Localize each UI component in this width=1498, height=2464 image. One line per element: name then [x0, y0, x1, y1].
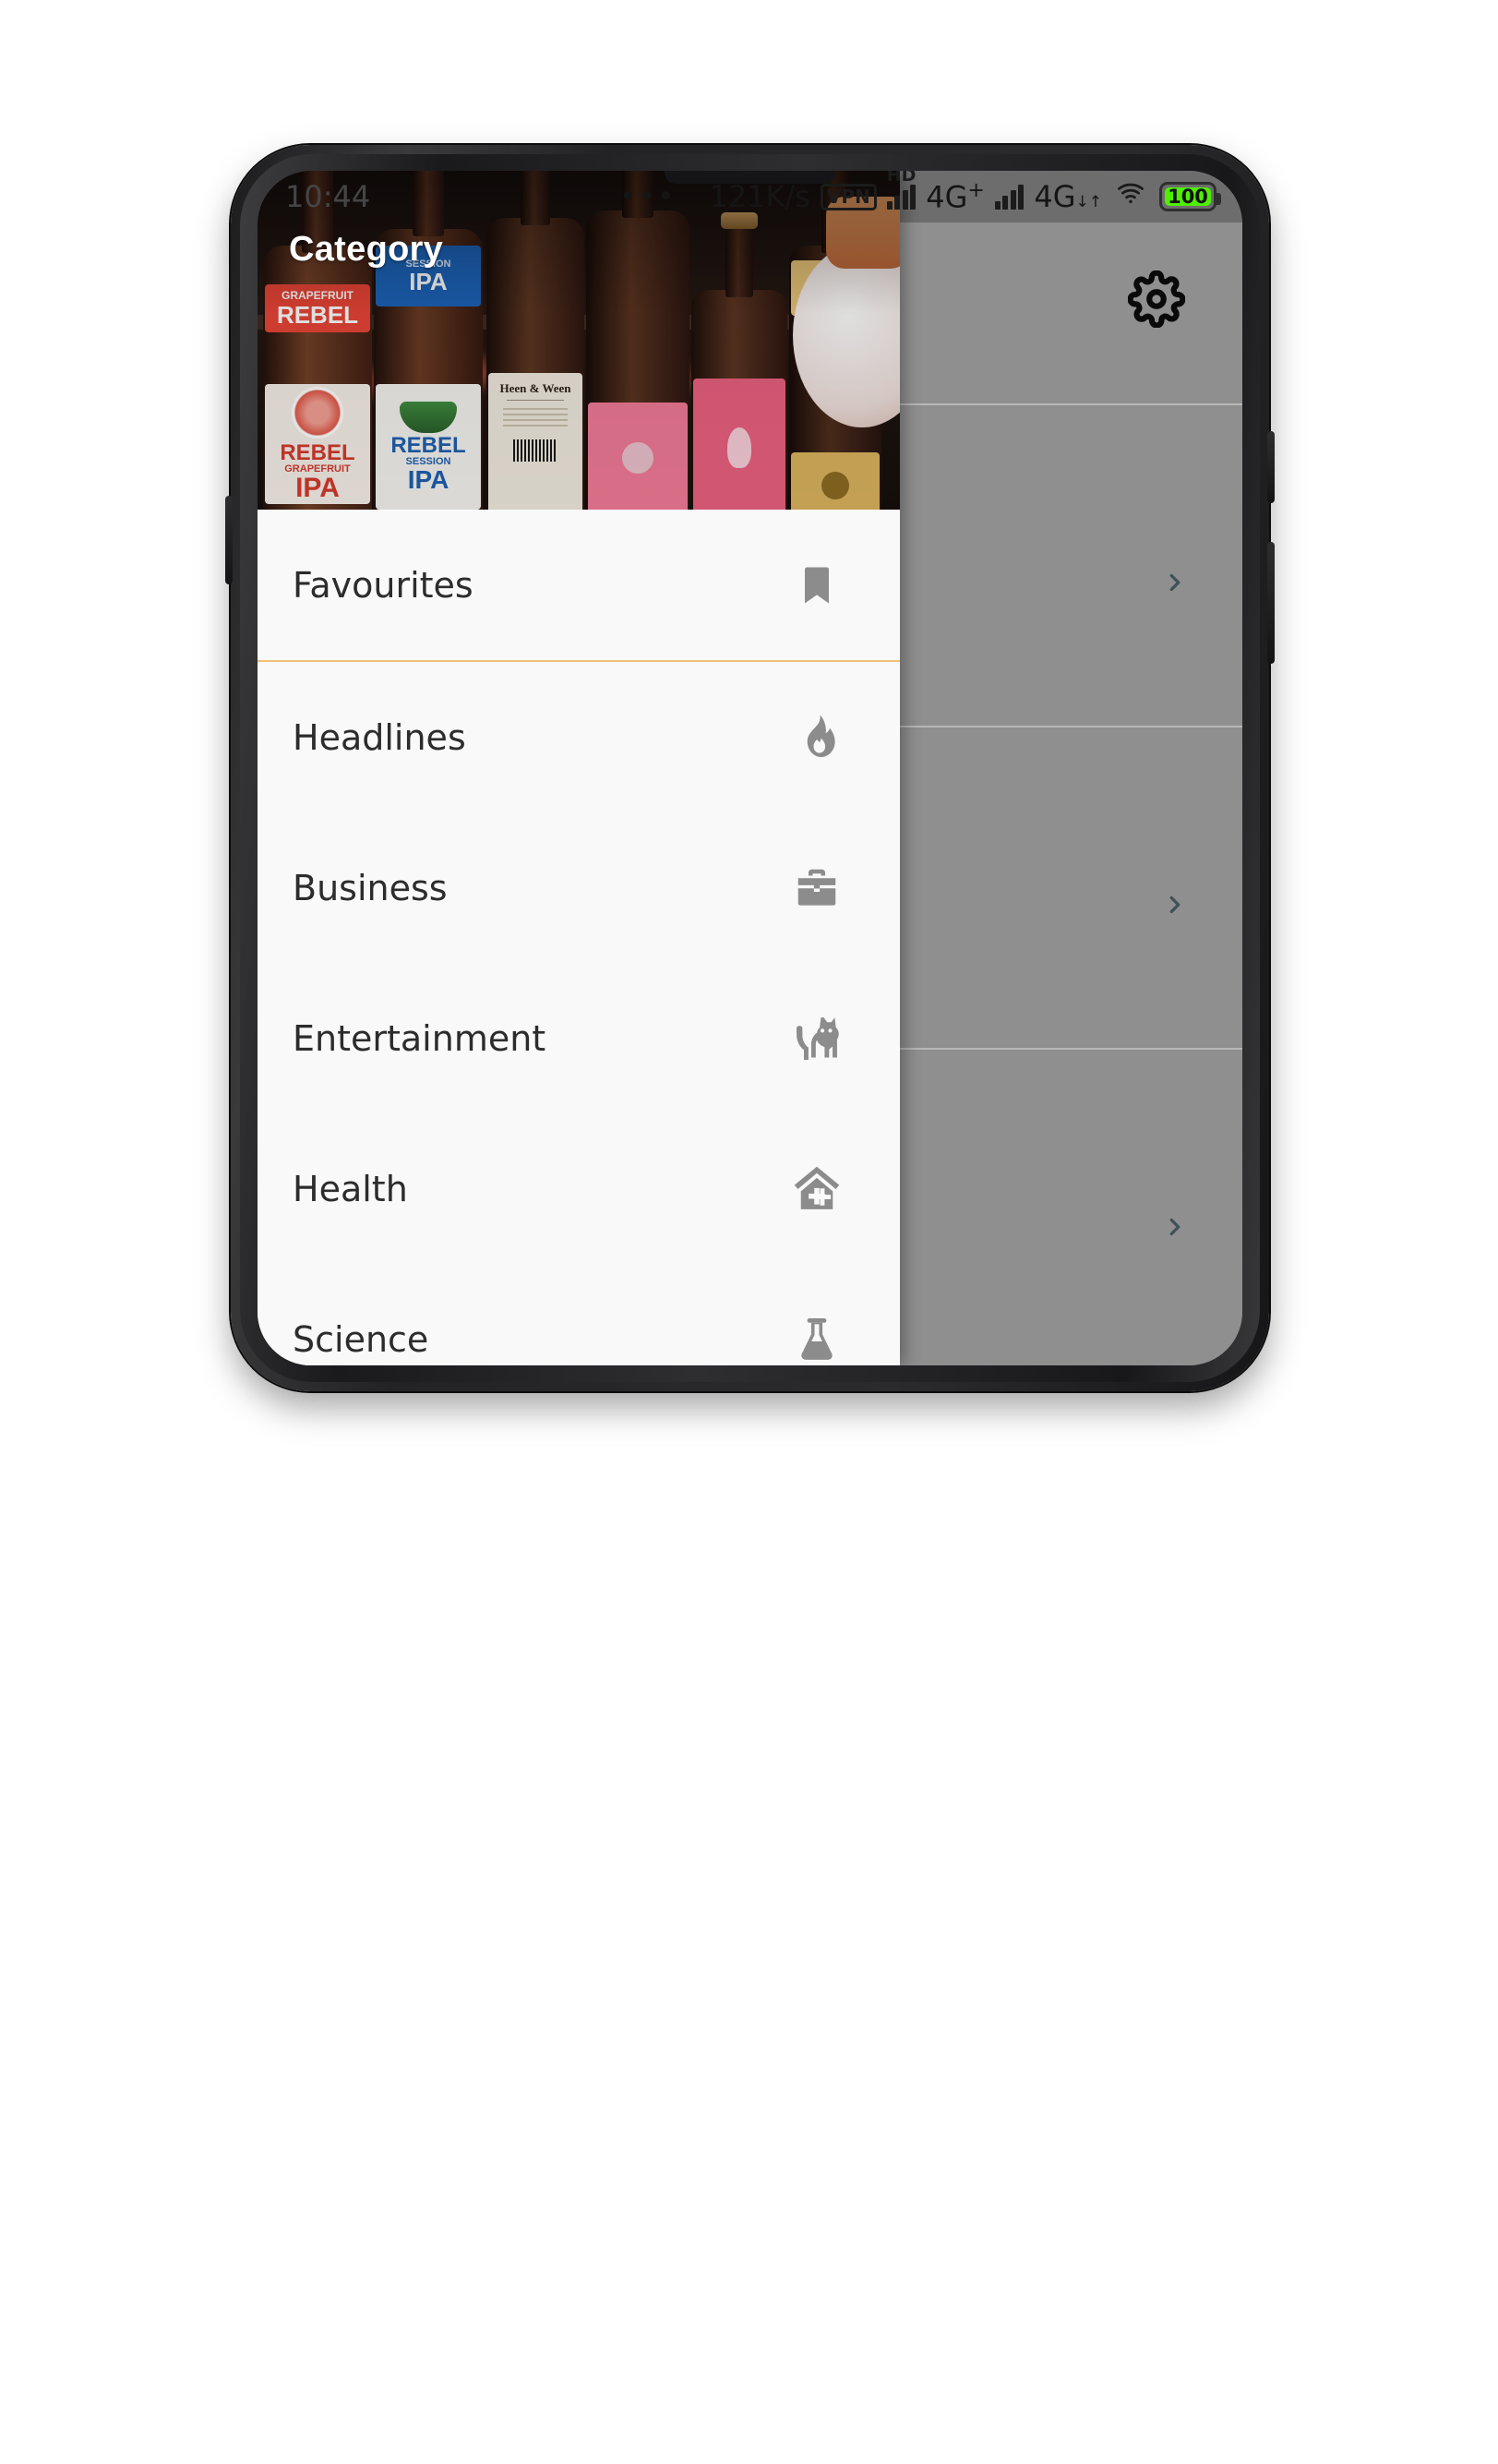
drawer-header: GRAPEFRUIT REBEL REBEL GRAPEFRUIT IPA: [258, 171, 900, 510]
drawer-item-label: Health: [293, 1168, 408, 1209]
phone-screen: - 新 干涉 成立 器: [258, 171, 1242, 1365]
briefcase-icon: [787, 859, 846, 918]
drawer-item-favourites[interactable]: Favourites: [258, 510, 900, 660]
chevron-right-icon[interactable]: [1161, 883, 1189, 927]
drawer-item-business[interactable]: Business: [258, 812, 900, 963]
fire-icon: [787, 708, 846, 767]
drawer-menu-list[interactable]: Favourites Headlines Business Entertainm…: [258, 510, 900, 1365]
drawer-header-image: GRAPEFRUIT REBEL REBEL GRAPEFRUIT IPA: [258, 171, 900, 510]
drawer-item-entertainment[interactable]: Entertainment: [258, 963, 900, 1113]
volume-button[interactable]: [1267, 542, 1275, 664]
chevron-right-icon[interactable]: [1161, 1205, 1189, 1249]
drawer-item-label: Science: [293, 1318, 429, 1360]
cat-icon: [787, 1009, 846, 1068]
assistant-button[interactable]: [225, 496, 233, 584]
flask-icon: [787, 1310, 846, 1366]
chevron-right-icon[interactable]: [1161, 560, 1189, 605]
earpiece-notch: [664, 171, 836, 184]
drawer-item-label: Favourites: [293, 564, 473, 606]
navigation-drawer[interactable]: GRAPEFRUIT REBEL REBEL GRAPEFRUIT IPA: [258, 171, 900, 1365]
drawer-header-title: Category: [289, 230, 444, 269]
clinic-icon: [787, 1160, 846, 1219]
drawer-item-label: Entertainment: [293, 1017, 546, 1059]
drawer-item-label: Business: [293, 867, 448, 908]
drawer-item-label: Headlines: [293, 716, 466, 758]
drawer-item-headlines[interactable]: Headlines: [258, 662, 900, 812]
power-button[interactable]: [1267, 431, 1275, 503]
phone-device: - 新 干涉 成立 器: [225, 145, 1275, 1391]
drawer-item-health[interactable]: Health: [258, 1113, 900, 1264]
bookmark-icon: [787, 556, 846, 615]
drawer-item-science[interactable]: Science: [258, 1264, 900, 1365]
gear-icon[interactable]: [1127, 270, 1186, 329]
